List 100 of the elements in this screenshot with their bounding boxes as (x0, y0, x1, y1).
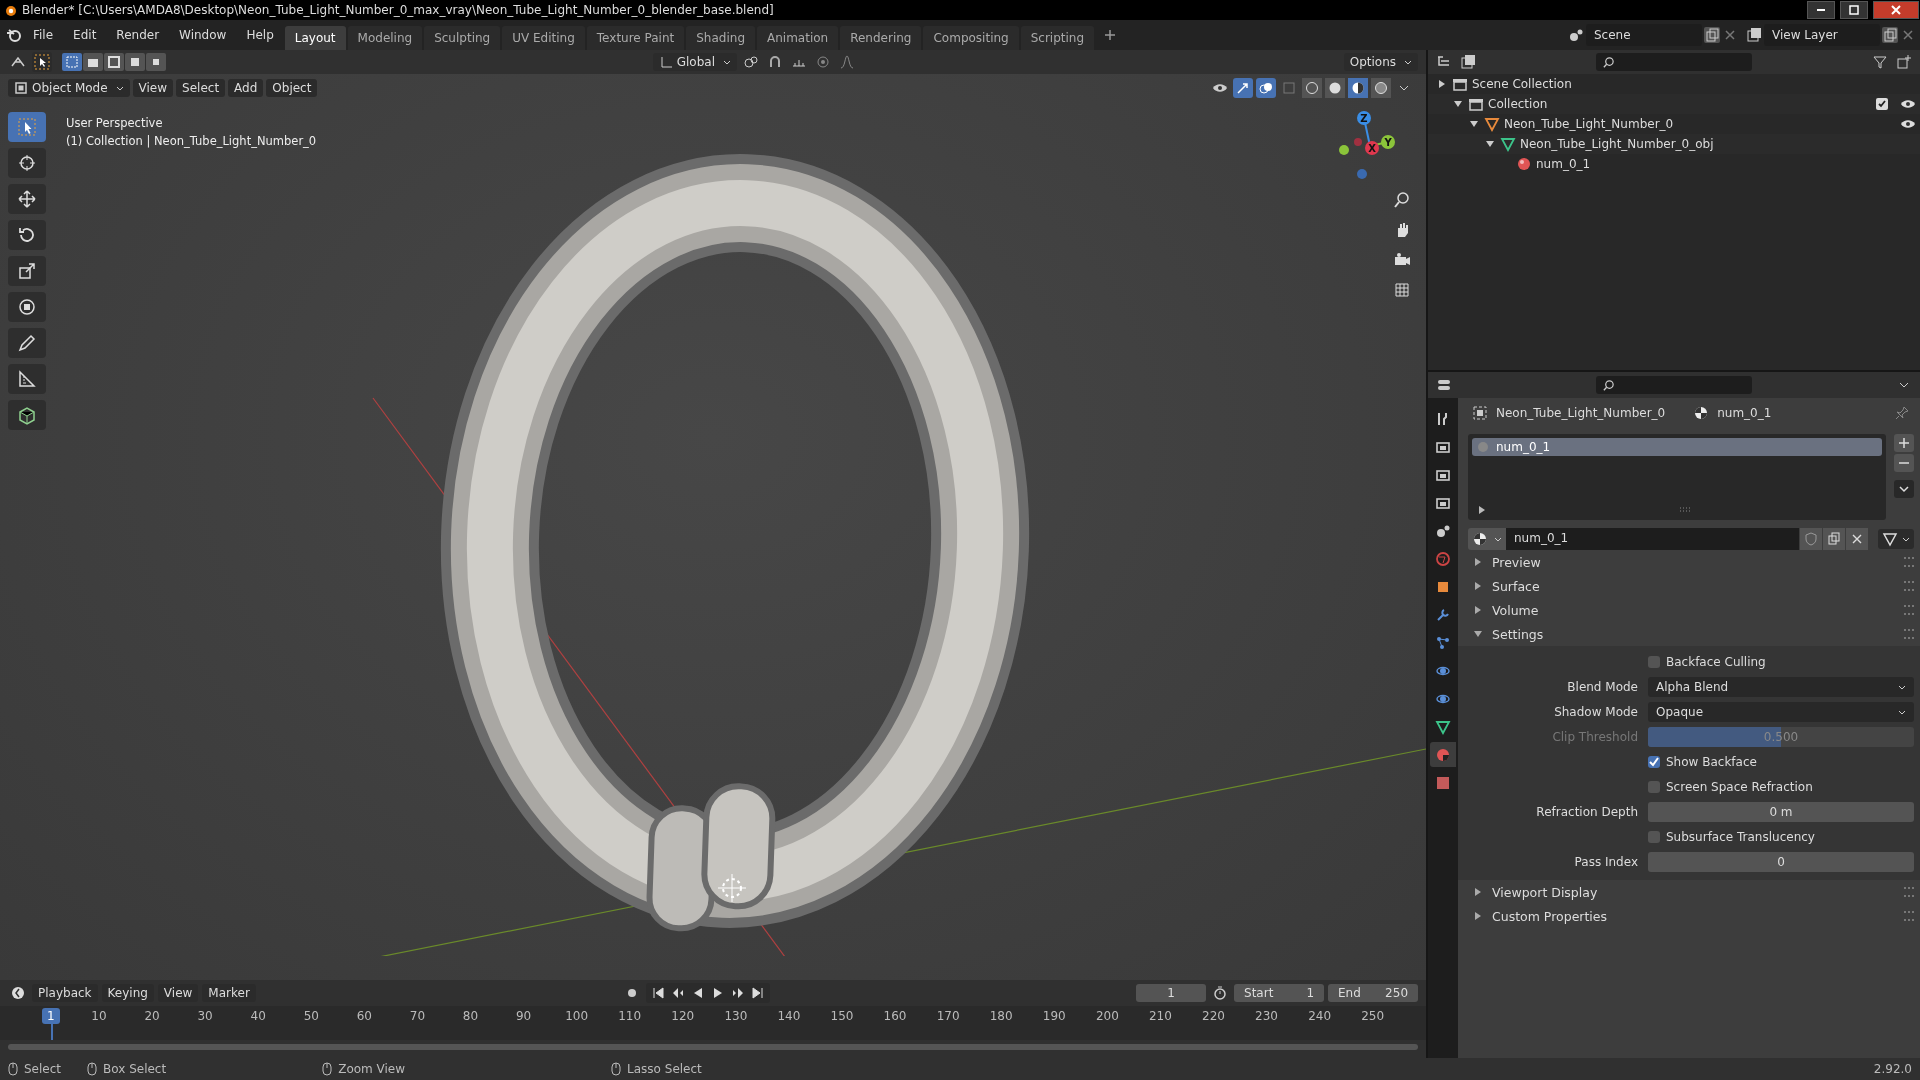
tool-button[interactable] (8, 328, 46, 358)
viewport-menu[interactable]: Select (176, 79, 226, 97)
checkbox-label[interactable]: Backface Culling (1666, 655, 1766, 669)
workspace-tab[interactable]: Animation (757, 26, 839, 50)
zoom-icon[interactable] (1392, 190, 1412, 210)
axis-gizmo[interactable]: Z Y X (1334, 110, 1404, 180)
jump-end-icon[interactable] (749, 985, 766, 1001)
selection-mode-button[interactable] (104, 53, 124, 71)
viewport-menu[interactable]: Object (266, 79, 318, 97)
options-dropdown[interactable]: Options (1343, 53, 1418, 71)
checkbox[interactable] (1648, 656, 1660, 668)
remove-slot-button[interactable] (1894, 454, 1914, 472)
material-slot[interactable]: num_0_1 (1472, 438, 1882, 456)
duplicate-material-button[interactable] (1823, 528, 1845, 550)
new-collection-icon[interactable] (1894, 52, 1914, 72)
workspace-tab[interactable]: Rendering (840, 26, 922, 50)
workspace-tab[interactable]: Compositing (923, 26, 1019, 50)
workspace-tab[interactable]: Layout (284, 26, 346, 50)
scrollbar[interactable] (8, 1044, 1418, 1050)
panel-header[interactable]: Preview (1492, 554, 1541, 570)
workspace-tab[interactable]: Shading (686, 26, 755, 50)
view-layer-field[interactable]: View Layer (1764, 24, 1880, 46)
material-name-field[interactable]: num_0_1 (1506, 528, 1799, 550)
checkbox-label[interactable]: Screen Space Refraction (1666, 780, 1813, 794)
duplicate-icon[interactable] (1882, 27, 1898, 43)
drag-handle-icon[interactable] (1904, 605, 1914, 615)
drag-handle-icon[interactable] (1904, 557, 1914, 567)
number-field[interactable]: 0 (1648, 852, 1914, 872)
drag-handle-icon[interactable] (1904, 911, 1914, 921)
checkbox-label[interactable]: Subsurface Translucency (1666, 830, 1815, 844)
mode-dropdown[interactable]: Object Mode (8, 79, 130, 97)
shading-mode-button[interactable] (1348, 78, 1368, 98)
link-type-button[interactable] (1878, 529, 1914, 549)
search-field[interactable] (1596, 376, 1752, 394)
workspace-tab[interactable]: Sculpting (424, 26, 501, 50)
selection-mode-button[interactable] (62, 53, 82, 71)
dropdown[interactable]: Alpha Blend (1648, 677, 1914, 697)
selection-mode-button[interactable] (146, 53, 166, 71)
selection-mode-button[interactable] (125, 53, 145, 71)
close-button[interactable] (1873, 1, 1919, 19)
panel-header[interactable]: Settings (1492, 626, 1544, 642)
minimize-button[interactable] (1807, 1, 1835, 19)
viewport-menu[interactable]: Add (228, 79, 264, 97)
menu-item[interactable]: File (24, 28, 63, 42)
selection-mode-button[interactable] (83, 53, 103, 71)
maximize-button[interactable] (1840, 1, 1868, 19)
breadcrumb-item[interactable]: num_0_1 (1717, 406, 1772, 420)
workspace-tab[interactable]: Modeling (347, 26, 423, 50)
workspace-tab[interactable]: UV Editing (502, 26, 585, 50)
select-tool-icon[interactable] (32, 52, 52, 72)
panel-header[interactable]: Surface (1492, 578, 1540, 594)
slot-menu-button[interactable] (1894, 480, 1914, 498)
checkbox[interactable] (1648, 831, 1660, 843)
timeline-menu[interactable]: Marker (202, 984, 256, 1002)
workspace-tab[interactable]: Texture Paint (586, 26, 685, 50)
tool-button[interactable] (8, 256, 46, 286)
unlink-button[interactable] (1846, 528, 1868, 550)
material-browse-button[interactable] (1468, 528, 1506, 550)
checkbox[interactable] (1648, 756, 1660, 768)
outliner-item[interactable]: Scene Collection (1472, 77, 1572, 91)
overlays-icon[interactable] (1256, 78, 1276, 98)
dropdown[interactable]: Opaque (1648, 702, 1914, 722)
menu-item[interactable]: Window (170, 28, 236, 42)
shading-mode-button[interactable] (1325, 78, 1345, 98)
outliner-item[interactable]: Collection (1488, 97, 1548, 111)
checkbox-label[interactable]: Show Backface (1666, 755, 1757, 769)
playhead[interactable]: 1 (42, 1008, 60, 1024)
tool-button[interactable] (8, 292, 46, 322)
drag-handle-icon[interactable] (1904, 887, 1914, 897)
tool-button[interactable] (8, 400, 46, 430)
add-icon[interactable] (1104, 29, 1117, 41)
menu-item[interactable]: Help (237, 28, 283, 42)
outliner-item[interactable]: Neon_Tube_Light_Number_0 (1504, 117, 1674, 131)
timeline-menu[interactable]: Keying (101, 984, 154, 1002)
grid-icon[interactable] (1392, 280, 1412, 300)
outliner-item[interactable]: Neon_Tube_Light_Number_0_obj (1520, 137, 1714, 151)
blender-logo-icon[interactable] (6, 27, 22, 43)
tool-button[interactable] (8, 364, 46, 394)
duplicate-icon[interactable] (1704, 27, 1720, 43)
current-frame-field[interactable]: 1 (1136, 984, 1206, 1002)
workspace-tab[interactable]: Scripting (1020, 26, 1095, 50)
breadcrumb-item[interactable]: Neon_Tube_Light_Number_0 (1496, 406, 1666, 420)
pin-icon[interactable] (1894, 405, 1910, 421)
panel-header[interactable]: Custom Properties (1492, 908, 1608, 924)
end-frame-field[interactable]: End 250 (1328, 984, 1418, 1002)
outliner-item[interactable]: num_0_1 (1536, 157, 1591, 171)
scene-icon[interactable] (1568, 27, 1584, 43)
number-field[interactable]: 0 m (1648, 802, 1914, 822)
menu-item[interactable]: Render (107, 28, 169, 42)
start-frame-field[interactable]: Start 1 (1234, 984, 1324, 1002)
gizmo-toggle-icon[interactable] (1233, 78, 1253, 98)
timeline-menu[interactable]: Playback (32, 984, 98, 1002)
tool-button[interactable] (8, 148, 46, 178)
checkbox[interactable] (1876, 98, 1888, 110)
transform-orientation-dropdown[interactable]: Global (652, 53, 737, 71)
tool-button[interactable] (8, 220, 46, 250)
scene-field[interactable]: Scene (1586, 24, 1702, 46)
timeline-menu[interactable]: View (157, 984, 199, 1002)
viewport-menu[interactable]: View (132, 79, 174, 97)
menu-item[interactable]: Edit (64, 28, 106, 42)
